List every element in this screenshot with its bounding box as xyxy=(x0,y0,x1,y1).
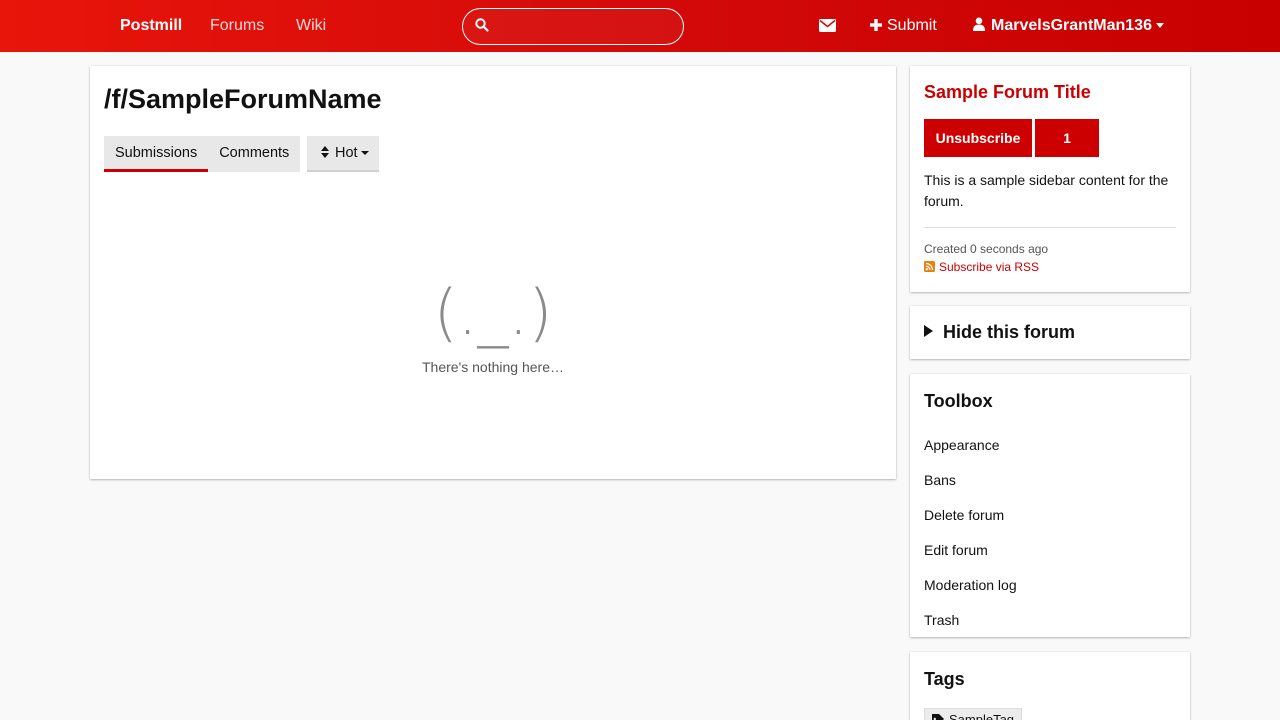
tab-submissions[interactable]: Submissions xyxy=(104,136,209,172)
forum-info-card: Sample Forum Title Unsubscribe 1 This is… xyxy=(910,66,1190,292)
subscriber-count-button[interactable]: 1 xyxy=(1035,119,1099,157)
envelope-icon xyxy=(819,19,836,33)
toolbox-appearance-link[interactable]: Appearance xyxy=(924,437,1000,453)
sort-label: Hot xyxy=(335,145,358,161)
toolbox-card: Toolbox Appearance Bans Delete forum Edi… xyxy=(910,374,1190,637)
rss-label: Subscribe via RSS xyxy=(939,260,1040,274)
tab-comments[interactable]: Comments xyxy=(208,136,300,172)
toolbox-trash-link[interactable]: Trash xyxy=(924,612,959,628)
forum-description: This is a sample sidebar content for the… xyxy=(924,172,1169,209)
submit-link[interactable]: Submit xyxy=(870,0,937,52)
tags-card: Tags SampleTag xyxy=(910,652,1190,720)
main-content-panel: /f/SampleForumName Submissions Comments … xyxy=(90,66,896,479)
toolbox-bans-link[interactable]: Bans xyxy=(924,472,956,488)
chevron-down-icon xyxy=(360,151,369,156)
sort-icon xyxy=(321,146,329,158)
brand-link[interactable]: Postmill xyxy=(120,0,182,52)
page-title: /f/SampleForumName xyxy=(104,84,382,114)
empty-state-face: (._.) xyxy=(433,276,553,349)
user-icon xyxy=(973,17,985,31)
search-box[interactable] xyxy=(462,8,684,45)
created-timestamp: Created 0 seconds ago xyxy=(924,242,1049,256)
disclosure-triangle-icon xyxy=(924,325,933,337)
toolbox-delete-forum-link[interactable]: Delete forum xyxy=(924,507,1004,523)
toolbox-heading: Toolbox xyxy=(924,391,993,411)
hide-forum-label: Hide this forum xyxy=(943,322,1076,342)
divider xyxy=(924,227,1176,228)
wiki-link[interactable]: Wiki xyxy=(296,0,326,52)
unsubscribe-button[interactable]: Unsubscribe xyxy=(924,119,1032,157)
sort-dropdown[interactable]: Hot xyxy=(307,136,379,172)
toolbox-edit-forum-link[interactable]: Edit forum xyxy=(924,542,988,558)
hide-forum-card: Hide this forum xyxy=(910,306,1190,359)
chevron-down-icon xyxy=(1155,23,1164,29)
toolbox-moderation-log-link[interactable]: Moderation log xyxy=(924,577,1017,593)
listing-tabs: Submissions Comments xyxy=(104,136,301,172)
rss-link[interactable]: Subscribe via RSS xyxy=(924,260,1039,274)
tag-icon xyxy=(932,714,944,720)
username: MarvelsGrantMan136 xyxy=(991,17,1152,34)
hide-forum-toggle[interactable]: Hide this forum xyxy=(924,322,1075,343)
forums-link[interactable]: Forums xyxy=(210,0,264,52)
rss-icon xyxy=(924,261,935,272)
search-input[interactable] xyxy=(495,13,675,40)
empty-state-text: There's nothing here… xyxy=(422,359,564,375)
plus-icon xyxy=(870,19,882,31)
tag-label: SampleTag xyxy=(949,712,1015,720)
forum-title[interactable]: Sample Forum Title xyxy=(924,82,1091,103)
submit-label: Submit xyxy=(887,17,937,34)
messages-link[interactable] xyxy=(819,0,836,52)
top-navigation-bar: Postmill Forums Wiki Submit MarvelsGrant… xyxy=(0,0,1280,52)
tags-heading: Tags xyxy=(924,669,965,689)
tag-chip[interactable]: SampleTag xyxy=(924,708,1023,720)
search-icon xyxy=(475,18,489,32)
user-menu[interactable]: MarvelsGrantMan136 xyxy=(973,0,1164,52)
